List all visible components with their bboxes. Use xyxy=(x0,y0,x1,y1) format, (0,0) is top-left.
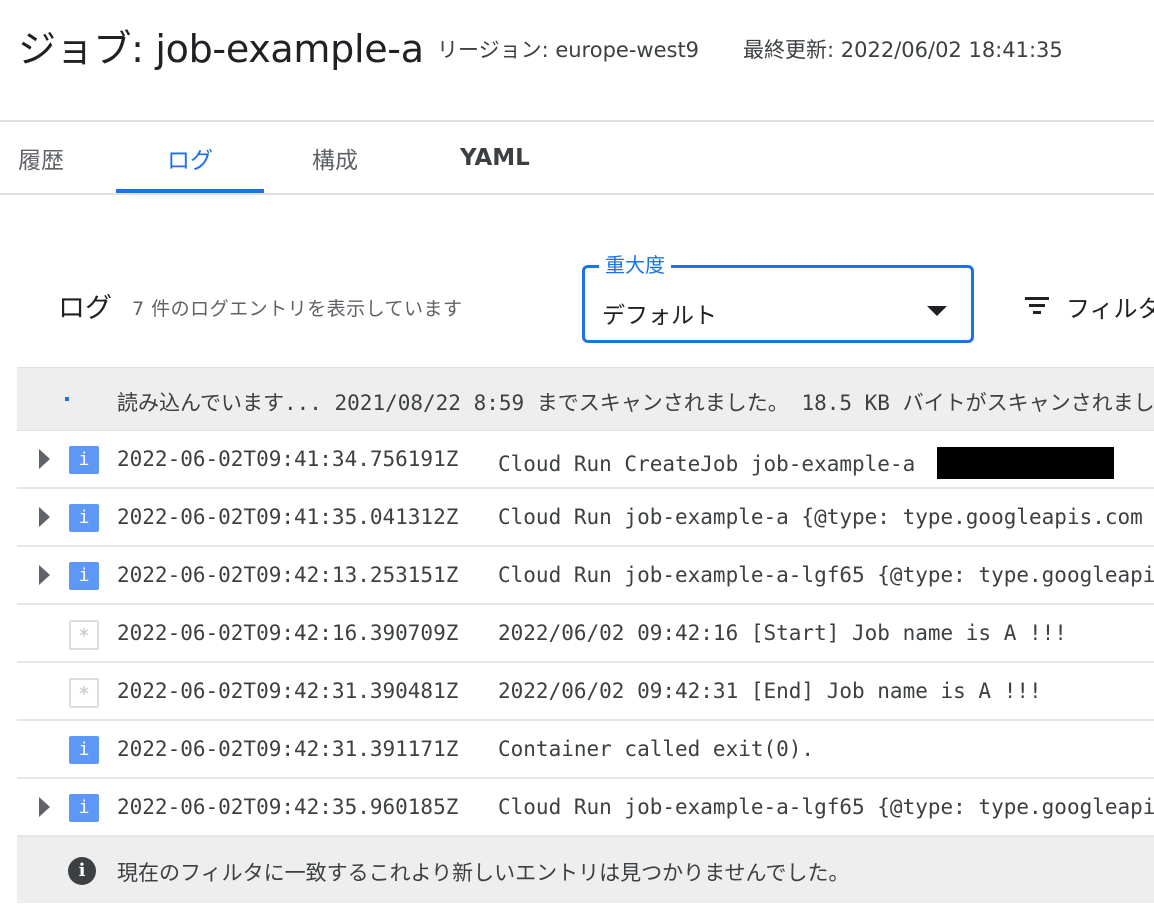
log-summary: Cloud Run CreateJob job-example-a xyxy=(498,447,1115,479)
log-summary: Cloud Run job-example-a-lgf65 {@type: ty… xyxy=(498,795,1154,819)
log-timestamp: 2022-06-02T09:41:34.756191Z xyxy=(117,447,459,471)
severity-default-icon: * xyxy=(69,678,99,708)
severity-select-label: 重大度 xyxy=(599,249,671,278)
logs-section-title: ログ xyxy=(58,293,112,324)
severity-info-icon: i xyxy=(69,446,99,474)
log-summary-text: Cloud Run CreateJob job-example-a xyxy=(498,452,916,476)
info-icon: i xyxy=(68,857,96,885)
loading-status-row: 読み込んでいます... 2021/08/22 8:59 までスキャンされました。… xyxy=(17,367,1154,431)
severity-info-icon: i xyxy=(69,794,99,822)
log-timestamp: 2022-06-02T09:41:35.041312Z xyxy=(117,505,459,529)
severity-info-icon: i xyxy=(69,736,99,764)
tab-configuration[interactable]: 構成 xyxy=(312,122,358,194)
log-entry-row[interactable]: i 2022-06-02T09:42:31.391171Z Container ca… xyxy=(17,721,1154,779)
dropdown-arrow-icon xyxy=(927,306,947,316)
severity-info-icon: i xyxy=(69,562,99,590)
tab-history[interactable]: 履歴 xyxy=(18,122,64,194)
log-summary-text: Cloud Run job-example-a {@type: type.goo… xyxy=(498,505,1143,529)
no-newer-entries-text: 現在のフィルタに一致するこれより新しいエントリは見つかりませんでした。 xyxy=(117,861,850,885)
log-timestamp: 2022-06-02T09:42:16.390709Z xyxy=(117,621,459,645)
no-newer-entries-row: i 現在のフィルタに一致するこれより新しいエントリは見つかりませんでした。 xyxy=(17,837,1154,903)
expand-arrow-icon[interactable] xyxy=(39,797,50,817)
log-summary-text: Container called exit(0). xyxy=(498,737,815,761)
redacted-block xyxy=(937,447,1115,479)
log-summary-text: Cloud Run job-example-a-lgf65 {@type: ty… xyxy=(498,795,1154,819)
page-title: ジョブ: job-example-a xyxy=(18,27,424,71)
expand-arrow-icon[interactable] xyxy=(39,449,50,469)
loading-status-text: 読み込んでいます... 2021/08/22 8:59 までスキャンされました。… xyxy=(117,391,1154,415)
log-entry-row[interactable]: i 2022-06-02T09:41:34.756191Z Cloud Run Cr… xyxy=(17,431,1154,489)
log-timestamp: 2022-06-02T09:42:35.960185Z xyxy=(117,795,459,819)
log-summary-text: 2022/06/02 09:42:31 [End] Job name is A … xyxy=(498,679,1042,703)
log-summary: Container called exit(0). xyxy=(498,737,814,761)
log-summary: 2022/06/02 09:42:31 [End] Job name is A … xyxy=(498,679,1042,703)
log-entry-row[interactable]: * 2022-06-02T09:42:16.390709Z 2022/06/02 0… xyxy=(17,605,1154,663)
log-table: 読み込んでいます... 2021/08/22 8:59 までスキャンされました。… xyxy=(17,367,1154,903)
log-entry-row[interactable]: * 2022-06-02T09:42:31.390481Z 2022/06/02 0… xyxy=(17,663,1154,721)
severity-info-icon: i xyxy=(69,504,99,532)
filter-icon xyxy=(1024,295,1050,317)
tabs-divider xyxy=(0,193,1154,195)
severity-default-icon: * xyxy=(69,620,99,650)
log-timestamp: 2022-06-02T09:42:31.390481Z xyxy=(117,679,459,703)
log-entry-row[interactable]: i 2022-06-02T09:42:35.960185Z Cloud Run jo… xyxy=(17,779,1154,837)
log-timestamp: 2022-06-02T09:42:31.391171Z xyxy=(117,737,459,761)
severity-select[interactable]: 重大度 デフォルト xyxy=(582,249,974,343)
log-entry-row[interactable]: i 2022-06-02T09:42:13.253151Z Cloud Run jo… xyxy=(17,547,1154,605)
severity-select-value: デフォルト xyxy=(602,303,717,329)
tab-logs[interactable]: ログ xyxy=(116,122,264,194)
log-summary: Cloud Run job-example-a {@type: type.goo… xyxy=(498,505,1143,529)
log-summary-text: Cloud Run job-example-a-lgf65 {@type: ty… xyxy=(498,563,1154,587)
log-entries: i 2022-06-02T09:41:34.756191Z Cloud Run Cr… xyxy=(17,431,1154,837)
loading-spinner-icon xyxy=(65,397,69,401)
log-summary: Cloud Run job-example-a-lgf65 {@type: ty… xyxy=(498,563,1154,587)
last-updated-label: 最終更新: 2022/06/02 18:41:35 xyxy=(743,38,1063,62)
filter-button[interactable]: フィルタ xyxy=(1024,286,1154,326)
page-header: ジョブ: job-example-a リージョン: europe-west9 最… xyxy=(0,0,1154,120)
log-entry-count: 7 件のログエントリを表示しています xyxy=(132,298,463,320)
tab-yaml[interactable]: YAML xyxy=(460,122,530,194)
expand-arrow-icon[interactable] xyxy=(39,507,50,527)
region-label: リージョン: europe-west9 xyxy=(437,38,700,62)
filter-button-label: フィルタ xyxy=(1066,294,1154,323)
expand-arrow-icon[interactable] xyxy=(39,565,50,585)
log-entry-row[interactable]: i 2022-06-02T09:41:35.041312Z Cloud Run jo… xyxy=(17,489,1154,547)
tab-bar: 履歴 ログ 構成 YAML xyxy=(0,122,1154,194)
log-summary-text: 2022/06/02 09:42:16 [Start] Job name is … xyxy=(498,621,1067,645)
log-summary: 2022/06/02 09:42:16 [Start] Job name is … xyxy=(498,621,1067,645)
log-timestamp: 2022-06-02T09:42:13.253151Z xyxy=(117,563,459,587)
